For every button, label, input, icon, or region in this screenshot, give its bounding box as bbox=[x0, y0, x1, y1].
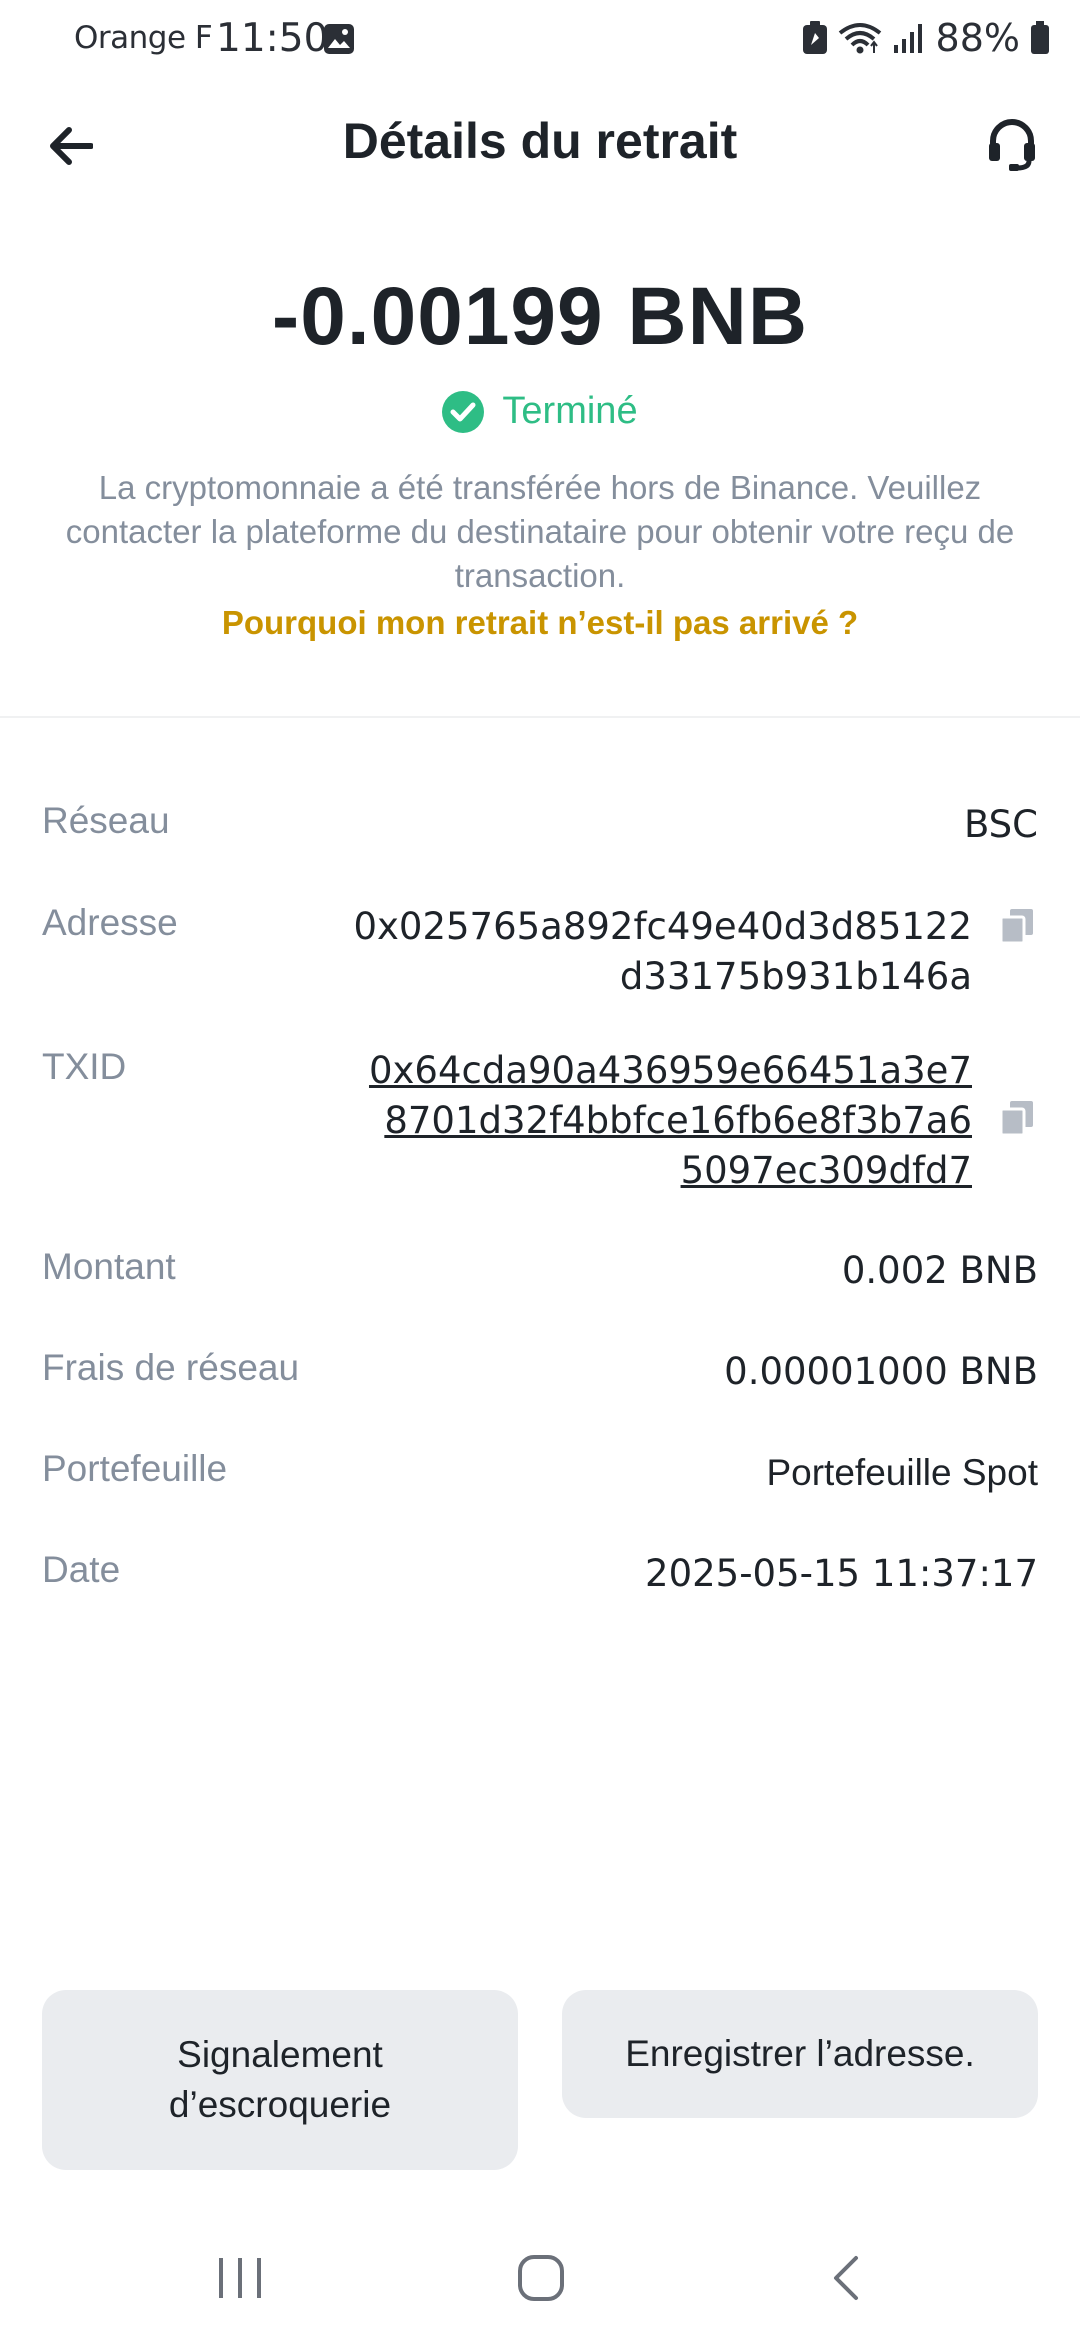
detail-row-date: Date 2025-05-15 11:37:17 bbox=[42, 1549, 1038, 1605]
page-title: Détails du retrait bbox=[342, 113, 738, 169]
detail-row-wallet: Portefeuille Portefeuille Spot bbox=[42, 1448, 1038, 1504]
check-circle-icon bbox=[442, 390, 485, 433]
network-label: Réseau bbox=[42, 800, 170, 841]
txid-line-1: 0x64cda90a436959e66451a3e7 bbox=[368, 1049, 972, 1092]
transfer-description: La cryptomonnaie a été transférée hors d… bbox=[65, 469, 1015, 594]
txid-label: TXID bbox=[42, 1046, 127, 1087]
section-divider bbox=[0, 716, 1080, 718]
txid-line-3: 5097ec309dfd7 bbox=[680, 1149, 972, 1192]
carrier-name: Orange F bbox=[74, 20, 213, 56]
app-header: Détails du retrait bbox=[0, 98, 1080, 188]
back-nav-icon bbox=[834, 2256, 858, 2300]
withdrawal-amount: -0.00199 BNB bbox=[271, 271, 809, 362]
fee-value: 0.00001000 BNB bbox=[724, 1350, 1038, 1393]
address-value: 0x025765a892fc49e40d3d85122 d33175b931b1… bbox=[354, 902, 973, 1002]
report-scam-button[interactable]: Signalement d’escroquerie bbox=[42, 1990, 518, 2170]
signal-icon bbox=[893, 24, 922, 53]
amount-label: Montant bbox=[42, 1246, 176, 1287]
support-button[interactable] bbox=[980, 112, 1044, 176]
detail-row-amount: Montant 0.002 BNB bbox=[42, 1246, 1038, 1302]
date-value: 2025-05-15 11:37:17 bbox=[645, 1552, 1038, 1595]
status-bar: Orange F 11:50 88% bbox=[0, 0, 1080, 80]
help-link[interactable]: Pourquoi mon retrait n’est-il pas arrivé… bbox=[0, 604, 1080, 642]
txid-line-2: 8701d32f4bbfce16fb6e8f3b7a6 bbox=[384, 1099, 972, 1142]
status-row: Terminé bbox=[0, 390, 1080, 433]
txid-value[interactable]: 0x64cda90a436959e66451a3e7 8701d32f4bbfc… bbox=[369, 1046, 972, 1196]
address-line-1: 0x025765a892fc49e40d3d85122 bbox=[353, 905, 973, 948]
report-scam-line-1: Signalement bbox=[177, 2034, 383, 2075]
address-label: Adresse bbox=[42, 902, 178, 943]
gallery-icon bbox=[324, 24, 354, 54]
battery-icon bbox=[1031, 21, 1049, 54]
home-button[interactable] bbox=[501, 2238, 581, 2318]
battery-percentage: 88% bbox=[935, 16, 1020, 60]
recent-apps-icon bbox=[219, 2258, 261, 2298]
amount-value: 0.002 BNB bbox=[841, 1249, 1038, 1292]
battery-saver-icon bbox=[802, 21, 827, 54]
save-address-button[interactable]: Enregistrer l’adresse. bbox=[562, 1990, 1038, 2118]
status-icons: 88% bbox=[802, 14, 1050, 62]
status-label: Terminé bbox=[502, 390, 638, 432]
detail-row-address: Adresse 0x025765a892fc49e40d3d85122 d331… bbox=[42, 902, 1038, 1012]
report-scam-line-2: d’escroquerie bbox=[168, 2084, 392, 2125]
network-value: BSC bbox=[963, 803, 1038, 846]
wallet-label: Portefeuille bbox=[42, 1448, 228, 1489]
detail-row-txid: TXID 0x64cda90a436959e66451a3e7 8701d32f… bbox=[42, 1046, 1038, 1198]
headset-icon bbox=[989, 119, 1035, 171]
date-label: Date bbox=[42, 1549, 121, 1590]
fee-label: Frais de réseau bbox=[42, 1347, 300, 1388]
wifi-icon bbox=[838, 23, 881, 54]
recent-apps-button[interactable] bbox=[200, 2238, 280, 2318]
wallet-value: Portefeuille Spot bbox=[766, 1452, 1038, 1493]
home-icon bbox=[518, 2255, 564, 2301]
detail-row-network: Réseau BSC bbox=[42, 800, 1038, 856]
copy-txid-icon[interactable] bbox=[1000, 1100, 1034, 1136]
status-time: 11:50 bbox=[216, 16, 329, 61]
system-nav-bar bbox=[0, 2220, 1080, 2330]
nav-back-button[interactable] bbox=[805, 2238, 885, 2318]
detail-row-fee: Frais de réseau 0.00001000 BNB bbox=[42, 1347, 1038, 1403]
copy-address-icon[interactable] bbox=[1000, 908, 1034, 944]
address-line-2: d33175b931b146a bbox=[619, 955, 972, 998]
